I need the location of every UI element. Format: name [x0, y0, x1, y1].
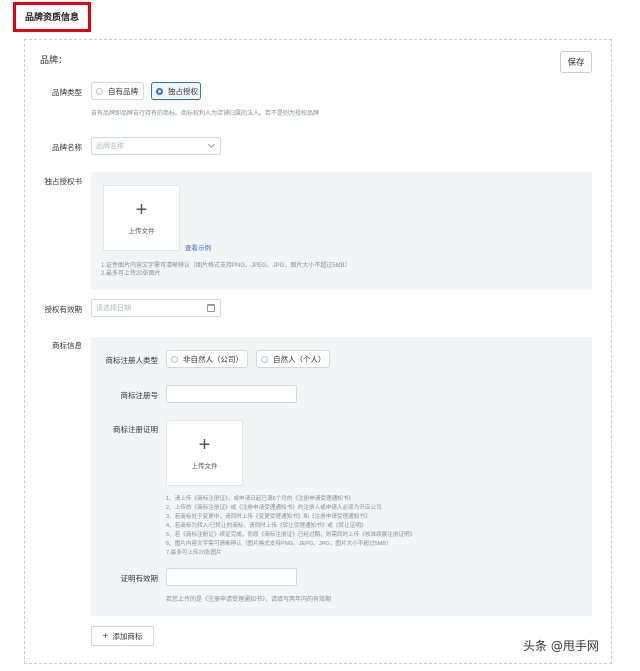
radio-own-brand[interactable]: 自有品牌: [91, 82, 144, 100]
add-trademark-button[interactable]: + 添加商标: [91, 626, 154, 646]
cert-validity-hint: 若您上传的是《注册申请受理通知书》，请填写两年内的有效期: [166, 597, 332, 603]
brand-type-label: 品牌类型: [52, 88, 82, 97]
brand-section-label: 品牌：: [40, 55, 68, 65]
page-title: 品牌资质信息: [25, 12, 80, 22]
validity-label: 授权有效期: [44, 305, 83, 314]
plus-icon: +: [198, 434, 211, 456]
watermark-text: 头条 @甩手网: [523, 639, 599, 653]
certificate-upload-text: 上传文件: [191, 463, 218, 470]
brand-type-hint: 自有品牌即品牌自行持有的商标。商标权利人为店铺归属的法人。若不是则为授权品牌: [91, 111, 320, 117]
reg-no-label: 商标注册号: [120, 391, 159, 400]
license-upload-button[interactable]: + 上传文件: [103, 185, 180, 251]
validity-date-picker[interactable]: 请选择日期: [91, 299, 221, 317]
view-example-link[interactable]: 查看示例: [185, 242, 211, 252]
certificate-hint: 3、若商标处于变更中，请同时上传《变更受理通知书》和《注册申请受理通知书》: [166, 514, 371, 520]
license-upload-text: 上传文件: [128, 228, 155, 235]
brand-name-placeholder: 品牌名称: [96, 143, 124, 150]
plus-icon: +: [102, 630, 109, 642]
radio-indicator: [171, 355, 178, 363]
certificate-hint-list: 1、请上传《商标注册证》，或申请日起已满6个月的《注册申请受理通知书》 2、上传…: [166, 495, 415, 558]
certificate-hint: 7.最多可上传20张图片: [166, 550, 222, 556]
brand-name-select[interactable]: 品牌名称: [91, 137, 221, 155]
certificate-hint: 4、若商标为转入/已转让的商标，请同时上传《转让受理通知书》或《转让证明》: [166, 523, 367, 529]
calendar-icon: [207, 304, 215, 312]
validity-placeholder: 请选择日期: [96, 305, 131, 312]
brand-name-label: 品牌名称: [52, 143, 82, 152]
reg-no-input[interactable]: [166, 385, 297, 403]
chevron-down-icon: [207, 140, 216, 149]
radio-own-brand-label: 自有品牌: [108, 86, 138, 96]
save-button[interactable]: 保存: [560, 51, 592, 73]
radio-exclusive-license-label: 独占授权: [168, 86, 198, 96]
add-trademark-label: 添加商标: [112, 631, 143, 641]
radio-indicator: [261, 355, 268, 363]
radio-natural-person-label: 自然人（个人）: [273, 354, 326, 364]
certificate-hint: 5、若《商标注册证》续证完成，而原《商标注册证》已经过期，则需同时上传《核准续展…: [166, 532, 416, 538]
radio-indicator-checked: [156, 87, 163, 95]
radio-non-natural-person-label: 非自然人（公司）: [183, 354, 243, 364]
trademark-label: 商标信息: [52, 341, 82, 350]
certificate-hint: 6、图片内容文字需可清晰辨认（图片格式支持PNG、JEPG、JPG，图片大小不超…: [166, 541, 392, 547]
certificate-hint: 1、请上传《商标注册证》，或申请日起已满6个月的《注册申请受理通知书》: [166, 496, 355, 502]
radio-exclusive-license[interactable]: 独占授权: [151, 82, 201, 100]
cert-validity-input[interactable]: [166, 568, 297, 586]
radio-non-natural-person[interactable]: 非自然人（公司）: [166, 350, 248, 368]
license-hint-1: 1.证件图片内容文字需可清晰辨认（图片格式支持PNG、JPEG、JPG，图片大小…: [101, 263, 351, 269]
certificate-hint: 2、上传的《商标注册证》或《注册申请受理通知书》的注册人或申请人必须为开店公司: [166, 505, 382, 511]
cert-validity-label: 证明有效期: [120, 574, 159, 583]
plus-icon: +: [135, 199, 148, 221]
radio-natural-person[interactable]: 自然人（个人）: [256, 350, 330, 368]
license-hint-2: 2.最多可上传20张图片: [101, 271, 161, 277]
certificate-label: 商标注册证明: [113, 425, 158, 434]
registrant-type-label: 商标注册人类型: [105, 356, 159, 365]
radio-indicator: [96, 87, 103, 95]
license-label: 独占授权书: [44, 177, 83, 186]
certificate-upload-button[interactable]: + 上传文件: [166, 420, 243, 486]
